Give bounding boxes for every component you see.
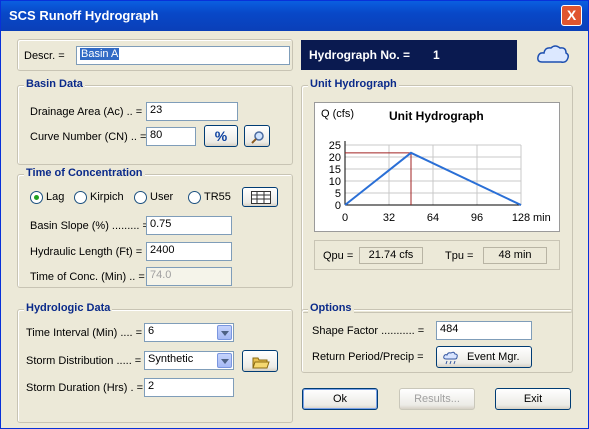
- event-manager-button[interactable]: Event Mgr.: [436, 346, 532, 368]
- radio-user[interactable]: [134, 191, 147, 204]
- toc-title: Time of Concentration: [24, 167, 145, 179]
- window-title: SCS Runoff Hydrograph: [9, 8, 159, 23]
- hydrograph-number-box: Hydrograph No. = 1: [301, 40, 517, 70]
- curve-number-label: Curve Number (CN) .. =: [30, 131, 147, 143]
- drainage-area-input[interactable]: 23: [146, 102, 238, 121]
- percent-label: %: [214, 128, 228, 144]
- chart-ytick-label: 5: [335, 188, 341, 200]
- shape-factor-input[interactable]: 484: [436, 321, 532, 340]
- radio-kirpich-label: Kirpich: [90, 191, 124, 203]
- weather-cloud-icon[interactable]: [536, 43, 570, 67]
- basin-slope-label: Basin Slope (%) ......... =: [30, 220, 149, 232]
- basin-data-title: Basin Data: [24, 78, 85, 90]
- chart-xtick-label: 96: [471, 212, 483, 224]
- chart-y-label: Q (cfs): [321, 108, 354, 120]
- storm-duration-label: Storm Duration (Hrs) . =: [26, 382, 144, 394]
- basin-slope-input[interactable]: 0.75: [146, 216, 232, 235]
- storm-duration-input[interactable]: 2: [144, 378, 234, 397]
- tpu-value: 48 min: [483, 247, 547, 264]
- close-button[interactable]: X: [561, 5, 582, 26]
- results-button[interactable]: Results...: [399, 388, 475, 410]
- magnifier-icon: [251, 130, 265, 147]
- rain-cloud-icon: [443, 351, 459, 372]
- hydrologic-data-title: Hydrologic Data: [24, 302, 113, 314]
- radio-tr55-label: TR55: [204, 191, 231, 203]
- percent-button[interactable]: %: [204, 125, 238, 147]
- chevron-down-icon[interactable]: [217, 353, 232, 368]
- chart-xtick-label: 0: [342, 212, 348, 224]
- radio-user-label: User: [150, 191, 174, 203]
- time-of-conc-label: Time of Conc. (Min) .. =: [30, 271, 145, 283]
- worksheet-icon: [251, 191, 271, 207]
- radio-tr55[interactable]: [188, 191, 201, 204]
- time-interval-select[interactable]: 6: [144, 323, 234, 342]
- radio-lag[interactable]: [30, 191, 43, 204]
- chart-title: Unit Hydrograph: [389, 109, 484, 123]
- chart-ytick-label: 15: [329, 164, 341, 176]
- tr55-worksheet-button[interactable]: [242, 187, 278, 207]
- unit-hydrograph-results: Qpu = 21.74 cfs Tpu = 48 min: [314, 240, 560, 270]
- chart-ytick-label: 25: [329, 140, 341, 152]
- qpu-label: Qpu =: [323, 250, 354, 262]
- storm-distribution-value: Synthetic: [148, 353, 194, 365]
- hydrograph-number-label: Hydrograph No. =: [309, 48, 411, 62]
- time-interval-value: 6: [148, 325, 155, 337]
- event-manager-label: Event Mgr.: [467, 351, 520, 363]
- shape-factor-label: Shape Factor ........... =: [312, 325, 425, 337]
- time-of-concentration-panel: Time of Concentration Lag Kirpich User T…: [17, 167, 293, 288]
- time-interval-label: Time Interval (Min) .... =: [26, 327, 143, 339]
- folder-open-icon: [252, 355, 270, 372]
- storm-distribution-select[interactable]: Synthetic: [144, 351, 234, 370]
- chart-x-unit: min: [533, 212, 551, 224]
- radio-kirpich[interactable]: [74, 191, 87, 204]
- descr-input[interactable]: Basin A: [76, 46, 290, 65]
- chart-xtick-label: 128: [512, 212, 530, 224]
- exit-button[interactable]: Exit: [495, 388, 571, 410]
- unit-hydrograph-title: Unit Hydrograph: [308, 78, 399, 90]
- hydrograph-number-value: 1: [433, 48, 440, 62]
- options-panel: Options Shape Factor ........... = 484 R…: [301, 302, 573, 373]
- time-of-conc-input: 74.0: [146, 267, 232, 286]
- chart-ytick-label: 10: [329, 176, 341, 188]
- chart-ytick-label: 20: [329, 152, 341, 164]
- radio-lag-label: Lag: [46, 191, 65, 203]
- lookup-button[interactable]: [244, 125, 270, 147]
- chart-xtick-label: 64: [427, 212, 439, 224]
- unit-hydrograph-panel: Unit Hydrograph Q (cfs) Unit Hydrograph 0 5…: [301, 78, 573, 313]
- tpu-label: Tpu =: [445, 250, 474, 262]
- ok-button[interactable]: Ok: [302, 388, 378, 410]
- descr-panel: Descr. = Basin A: [17, 39, 293, 71]
- options-title: Options: [308, 302, 354, 314]
- descr-value: Basin A: [80, 48, 120, 60]
- chart-ytick-label: 0: [335, 200, 341, 212]
- dialog-client: Descr. = Basin A Hydrograph No. = 1 Basi…: [5, 31, 584, 424]
- hydraulic-length-input[interactable]: 2400: [146, 242, 232, 261]
- hydraulic-length-label: Hydraulic Length (Ft) =: [30, 246, 143, 258]
- chevron-down-icon[interactable]: [217, 325, 232, 340]
- basin-data-panel: Basin Data Drainage Area (Ac) .. = 23 Cu…: [17, 78, 293, 165]
- curve-number-input[interactable]: 80: [146, 127, 196, 146]
- descr-label: Descr. =: [24, 50, 65, 62]
- chart-xtick-label: 32: [383, 212, 395, 224]
- drainage-area-label: Drainage Area (Ac) .. =: [30, 106, 143, 118]
- storm-distribution-label: Storm Distribution ..... =: [26, 355, 142, 367]
- return-period-label: Return Period/Precip =: [312, 351, 424, 363]
- unit-hydrograph-chart: Q (cfs) Unit Hydrograph 0 5 10 15 20 25 0 32 64 96 1…: [314, 102, 560, 232]
- hydrologic-data-panel: Hydrologic Data Time Interval (Min) ....…: [17, 302, 293, 423]
- dialog-window: SCS Runoff Hydrograph X Descr. = Basin A…: [0, 0, 589, 429]
- qpu-value: 21.74 cfs: [359, 247, 423, 264]
- open-folder-button[interactable]: [242, 350, 278, 372]
- title-bar: SCS Runoff Hydrograph X: [1, 1, 588, 31]
- chart-svg: Q (cfs) Unit Hydrograph 0510152025 0 32 64 96 1…: [321, 108, 551, 224]
